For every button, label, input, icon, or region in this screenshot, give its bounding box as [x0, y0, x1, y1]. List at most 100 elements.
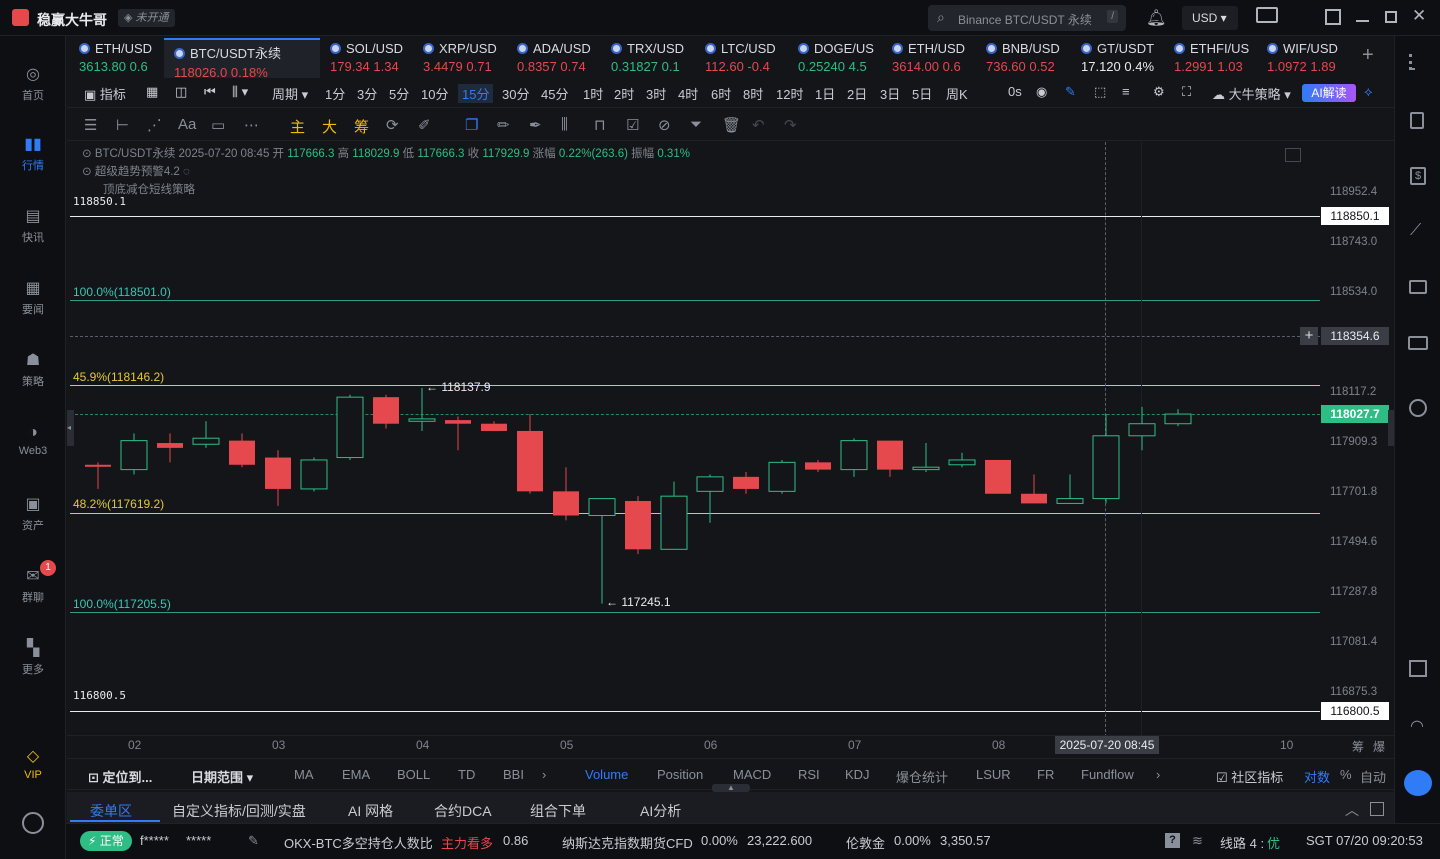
add-alert-icon[interactable]: + — [1300, 327, 1318, 345]
indicator-tab[interactable]: Fundflow — [1081, 767, 1134, 782]
indicator-tab[interactable]: BBI — [503, 767, 524, 782]
watchlist-icon[interactable] — [1409, 54, 1427, 70]
date-range-select[interactable]: 日期范围 ▾ — [191, 767, 253, 786]
x-right-liq[interactable]: 爆 — [1373, 738, 1385, 755]
dollar-icon[interactable]: $ — [1410, 167, 1426, 185]
candle[interactable] — [373, 394, 399, 429]
candle-body — [553, 491, 579, 516]
percent-toggle[interactable]: % — [1340, 767, 1352, 782]
bottom-tab[interactable]: 组合下单 — [530, 801, 586, 821]
candle[interactable] — [120, 433, 148, 475]
community-indicator-button[interactable]: ☑ 社区指标 — [1216, 767, 1283, 786]
candle[interactable] — [85, 462, 111, 489]
candle[interactable] — [768, 459, 796, 494]
candle[interactable] — [481, 421, 507, 431]
indicator-tab[interactable]: EMA — [342, 767, 370, 782]
candle[interactable] — [696, 474, 724, 523]
scroll-handle-left-icon[interactable]: ◂ — [67, 410, 74, 446]
candle[interactable] — [265, 450, 291, 506]
connection-status[interactable]: ⚡ 正常 — [80, 831, 132, 851]
indicator-next-icon[interactable]: › — [1156, 767, 1160, 782]
panel-expand-icon[interactable] — [1370, 802, 1384, 816]
indicator-tab[interactable]: BOLL — [397, 767, 430, 782]
edit-icon[interactable]: ✎ — [248, 833, 259, 849]
candle[interactable] — [229, 433, 255, 468]
candle[interactable] — [1092, 414, 1120, 504]
bottom-tab[interactable]: AI分析 — [640, 801, 681, 821]
log-scale-toggle[interactable]: 对数 — [1304, 767, 1330, 786]
settings-icon[interactable] — [22, 812, 44, 834]
candle[interactable] — [840, 438, 868, 477]
indicator-tab[interactable]: TD — [458, 767, 475, 782]
monitor-icon[interactable] — [1409, 280, 1427, 294]
indicator-tab[interactable]: RSI — [798, 767, 820, 782]
candle[interactable] — [517, 414, 543, 494]
candle-body — [408, 418, 436, 422]
indicator-tab[interactable]: 爆仓统计 — [896, 767, 948, 786]
indicator-tab[interactable]: KDJ — [845, 767, 870, 782]
candle[interactable] — [985, 459, 1011, 494]
candle[interactable] — [948, 452, 976, 468]
candle-body — [265, 457, 291, 489]
card-icon[interactable] — [1408, 336, 1428, 350]
bottom-tab[interactable]: AI 网格 — [348, 801, 393, 821]
candle[interactable] — [157, 433, 183, 463]
analytics-icon[interactable]: ⟋ — [1410, 222, 1421, 240]
candle[interactable] — [733, 472, 759, 494]
bottom-tab[interactable]: 委单区 — [90, 801, 132, 821]
close-icon[interactable]: ✕ — [1412, 6, 1426, 26]
x-right-chip[interactable]: 筹 — [1352, 738, 1364, 755]
robot-icon[interactable] — [1404, 770, 1432, 796]
index-2-value: 3,350.57 — [940, 833, 991, 848]
ticker-message[interactable]: OKX-BTC多空持仓人数比 — [284, 833, 433, 852]
candle[interactable] — [300, 457, 328, 492]
indicator-tab[interactable]: Volume — [585, 767, 628, 782]
help-icon[interactable]: ? — [1165, 833, 1180, 848]
candle-body — [733, 476, 759, 489]
headset-icon[interactable]: ◠ — [1410, 716, 1424, 736]
auto-toggle[interactable]: 自动 — [1360, 767, 1386, 786]
candle[interactable] — [912, 443, 940, 473]
candle[interactable] — [1021, 474, 1047, 504]
maximize-icon[interactable] — [1385, 11, 1397, 23]
candle[interactable] — [805, 459, 831, 473]
layout-panel-icon[interactable] — [1409, 660, 1427, 677]
candle[interactable] — [625, 496, 651, 555]
candle[interactable] — [660, 481, 688, 550]
candle[interactable] — [1056, 474, 1084, 504]
bottom-tab[interactable]: 合约DCA — [434, 801, 492, 821]
y-tick-label: 117494.6 — [1330, 536, 1378, 548]
index-1-name[interactable]: 纳斯达克指数期货CFD — [562, 833, 693, 852]
scroll-handle-right-icon[interactable] — [1388, 410, 1394, 446]
add-tab-icon[interactable]: + — [1362, 44, 1374, 67]
indicator-prev-icon[interactable]: › — [542, 767, 546, 782]
ticker-message-value: 0.86 — [503, 833, 529, 848]
candle[interactable] — [588, 498, 616, 604]
candle[interactable] — [1164, 409, 1192, 427]
candle-body — [985, 459, 1011, 494]
indicator-tab[interactable]: MACD — [733, 767, 771, 782]
indicator-tab[interactable]: Position — [657, 767, 703, 782]
swap-icon[interactable] — [1409, 399, 1427, 417]
bottom-tab[interactable]: 自定义指标/回测/实盘 — [172, 801, 306, 821]
locate-button[interactable]: ⊡ 定位到... — [88, 767, 152, 786]
candle[interactable] — [192, 421, 220, 448]
minimize-icon[interactable] — [1356, 20, 1369, 22]
candle[interactable] — [445, 416, 471, 451]
y-tick-label: 117287.8 — [1330, 586, 1378, 598]
candle[interactable] — [408, 387, 436, 431]
orders-icon[interactable] — [1410, 112, 1424, 129]
index-2-name[interactable]: 伦敦金 — [846, 833, 885, 852]
candle[interactable] — [877, 440, 903, 477]
share-icon[interactable]: ⟡ — [1364, 84, 1373, 100]
indicator-tab[interactable]: MA — [294, 767, 314, 782]
indicator-tab[interactable]: FR — [1037, 767, 1054, 782]
chevron-up-icon[interactable]: ︿ — [1345, 800, 1359, 820]
candlestick-chart[interactable] — [0, 0, 1330, 760]
indicator-tab[interactable]: LSUR — [976, 767, 1011, 782]
candle[interactable] — [1128, 406, 1156, 451]
candle[interactable] — [336, 394, 364, 460]
network-line[interactable]: 线路 4 : — [1220, 833, 1264, 852]
collapse-handle-icon[interactable]: ▲ — [712, 784, 750, 792]
candle[interactable] — [553, 467, 579, 521]
